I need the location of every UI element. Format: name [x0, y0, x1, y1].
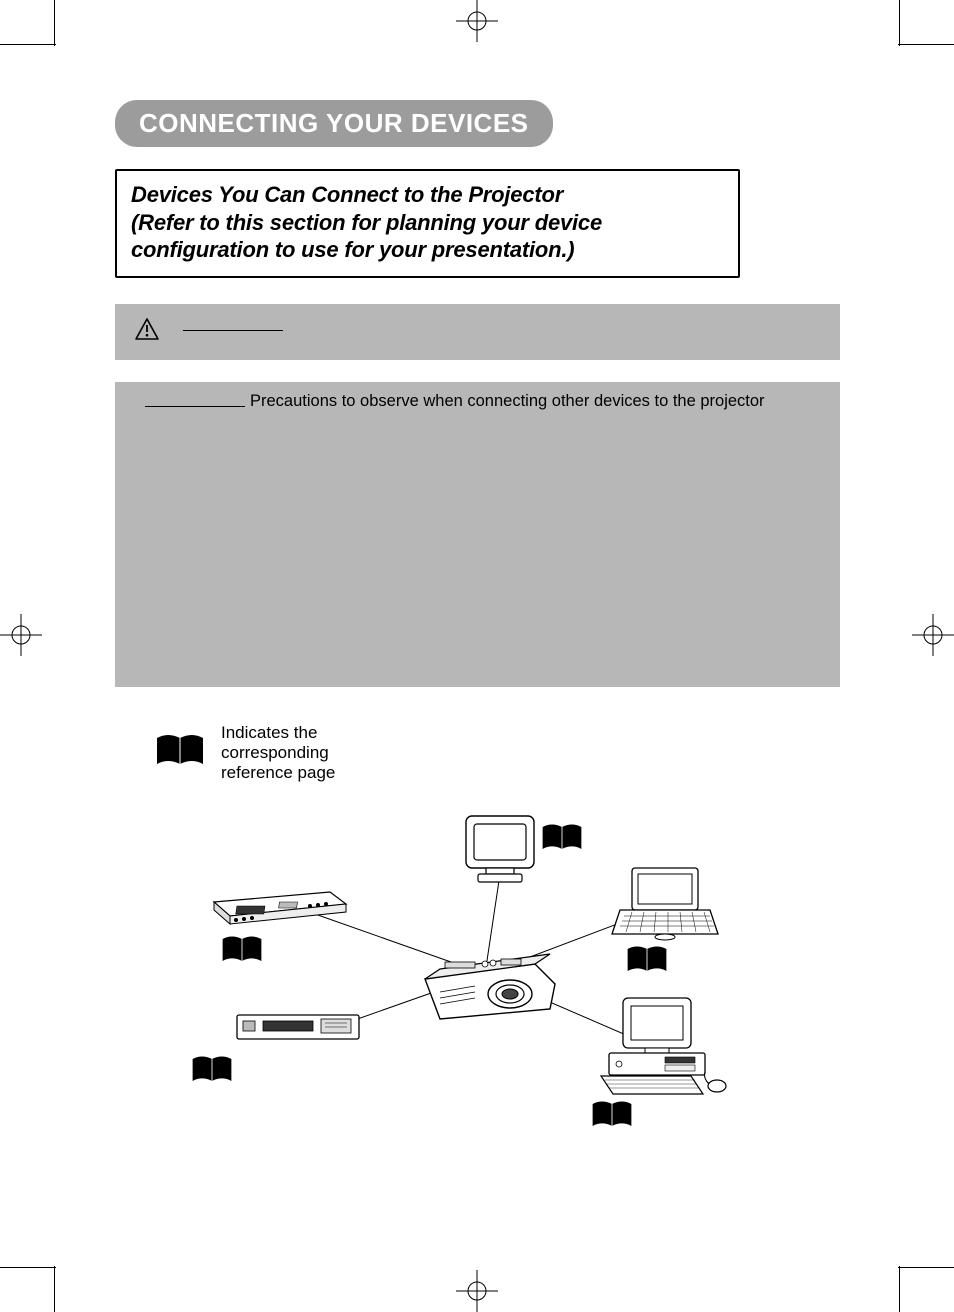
- crop-mark: [0, 1267, 56, 1268]
- laptop-device: [610, 864, 720, 949]
- registration-mark-bottom: [456, 1270, 498, 1312]
- book-icon: [155, 732, 205, 775]
- desktop-computer-device: [595, 994, 735, 1109]
- book-icon: [590, 1099, 634, 1136]
- section-header: CONNECTING YOUR DEVICES: [115, 100, 553, 147]
- registration-mark-top: [456, 0, 498, 42]
- warning-triangle-icon: [135, 318, 159, 345]
- registration-mark-left: [0, 614, 42, 656]
- book-icon: [625, 944, 669, 981]
- registration-mark-right: [912, 614, 954, 656]
- page: CONNECTING YOUR DEVICES Devices You Can …: [55, 40, 899, 1272]
- caution-bar: [115, 304, 840, 360]
- crop-mark: [898, 44, 954, 45]
- subhead-box: Devices You Can Connect to the Projector…: [115, 169, 740, 278]
- content-area: CONNECTING YOUR DEVICES Devices You Can …: [115, 100, 840, 1144]
- section-header-text: CONNECTING YOUR DEVICES: [139, 108, 529, 138]
- attention-underline: [145, 406, 245, 407]
- crop-mark: [54, 1266, 55, 1312]
- dvd-player-device: [233, 1009, 363, 1054]
- legend: Indicates the corresponding reference pa…: [155, 723, 840, 784]
- subhead-line2: (Refer to this section for planning your…: [131, 210, 602, 235]
- crop-mark: [899, 0, 900, 46]
- legend-text: Indicates the corresponding reference pa…: [221, 723, 381, 784]
- connection-diagram: [115, 804, 840, 1144]
- projector-device: [415, 924, 565, 1029]
- caution-underline: [183, 330, 283, 331]
- vcr-device: [210, 884, 350, 934]
- book-icon: [540, 822, 584, 859]
- book-icon: [190, 1054, 234, 1091]
- crop-mark: [0, 44, 56, 45]
- crt-monitor-device: [460, 812, 540, 892]
- book-icon: [220, 934, 264, 971]
- attention-text: Precautions to observe when connecting o…: [250, 392, 765, 411]
- crop-mark: [898, 1267, 954, 1268]
- attention-box: Precautions to observe when connecting o…: [115, 382, 840, 687]
- subhead-line3: configuration to use for your presentati…: [131, 237, 574, 262]
- subhead-line1: Devices You Can Connect to the Projector: [131, 182, 563, 207]
- crop-mark: [899, 1266, 900, 1312]
